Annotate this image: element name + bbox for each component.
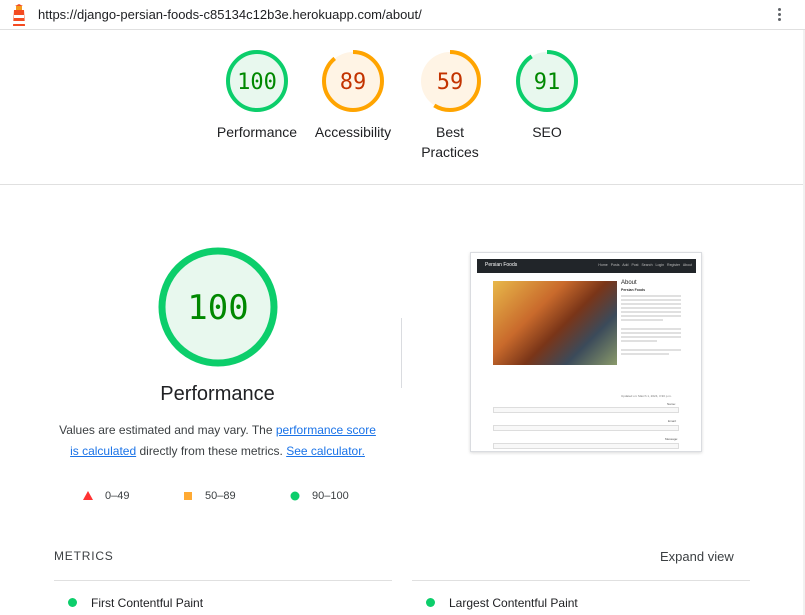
gauge-label: Accessibility — [314, 124, 392, 140]
gauge-seo[interactable]: 91 SEO — [499, 48, 595, 142]
thumb-name-field — [493, 407, 679, 413]
thumb-navbar: Persian Foods Home Posts Add Post Search… — [477, 259, 696, 273]
lighthouse-icon — [13, 4, 25, 26]
gauge-label: Best Practices — [421, 124, 479, 160]
gauge-ring: 91 — [516, 50, 578, 112]
square-icon — [184, 492, 192, 501]
gauge-accessibility[interactable]: 89 Accessibility — [305, 48, 401, 142]
gauge-ring: 89 — [322, 50, 384, 112]
score-gauges: 100 Performance 89 Accessibility 59 Best… — [0, 30, 805, 185]
gauge-best-practices[interactable]: 59 Best Practices — [402, 48, 498, 162]
thumb-heading: About — [621, 280, 637, 286]
divider — [401, 318, 402, 388]
see-calculator-link[interactable]: See calculator. — [286, 444, 365, 458]
food-image — [493, 281, 617, 365]
metrics-divider-left — [54, 580, 392, 581]
pass-circle-icon — [68, 598, 77, 608]
thumb-subheading: Persian Foods — [621, 288, 646, 292]
gauge-score: 91 — [534, 70, 561, 95]
legend-fail: 0–49 — [83, 490, 129, 502]
metric-first-contentful-paint: First Contentful Paint — [68, 595, 203, 610]
performance-gauge: 100 — [158, 247, 277, 367]
thumb-nav-links: Home Posts Add Post Search Login Registe… — [598, 263, 692, 267]
performance-description: Values are estimated and may vary. The p… — [59, 423, 376, 458]
thumb-name-label: Name: — [667, 402, 676, 406]
performance-score: 100 — [187, 288, 248, 328]
metrics-divider-right — [412, 580, 750, 581]
thumb-about-text: About Persian Foods — [621, 280, 681, 357]
thumb-updated: Updated on: March 1, 2024, 3:30 p.m. — [621, 394, 672, 398]
gauge-score: 89 — [340, 70, 367, 95]
gauge-ring: 59 — [419, 50, 481, 112]
page-url[interactable]: https://django-persian-foods-c85134c12b3… — [38, 7, 422, 22]
page-screenshot-thumbnail[interactable]: Persian Foods Home Posts Add Post Search… — [470, 252, 702, 452]
pass-circle-icon — [426, 598, 435, 608]
expand-view-toggle[interactable]: Expand view — [660, 549, 734, 564]
performance-title: Performance — [160, 383, 275, 405]
gauge-performance[interactable]: 100 Performance — [209, 48, 305, 142]
address-bar: https://django-persian-foods-c85134c12b3… — [0, 0, 805, 30]
gauge-score: 100 — [237, 70, 277, 95]
more-options-icon[interactable] — [772, 6, 786, 24]
thumb-email-field — [493, 425, 679, 431]
metric-largest-contentful-paint: Largest Contentful Paint — [426, 595, 578, 610]
legend-pass: 90–100 — [290, 490, 349, 502]
metric-label: Largest Contentful Paint — [449, 595, 578, 610]
gauge-label: Performance — [216, 124, 298, 140]
thumb-email-label: Email: — [668, 419, 677, 423]
metric-label: First Contentful Paint — [91, 595, 204, 610]
legend-average: 50–89 — [183, 490, 236, 502]
thumb-brand: Persian Foods — [485, 262, 518, 268]
thumb-message-label: Message: — [665, 437, 679, 441]
performance-summary: 100 Performance Values are estimated and… — [55, 245, 380, 462]
metrics-heading: METRICS — [54, 549, 114, 563]
gauge-label: SEO — [532, 124, 562, 140]
gauge-score: 59 — [437, 70, 464, 95]
gauge-ring: 100 — [226, 50, 288, 112]
triangle-icon — [83, 491, 93, 501]
circle-icon — [290, 491, 300, 501]
thumb-message-field — [493, 443, 679, 449]
